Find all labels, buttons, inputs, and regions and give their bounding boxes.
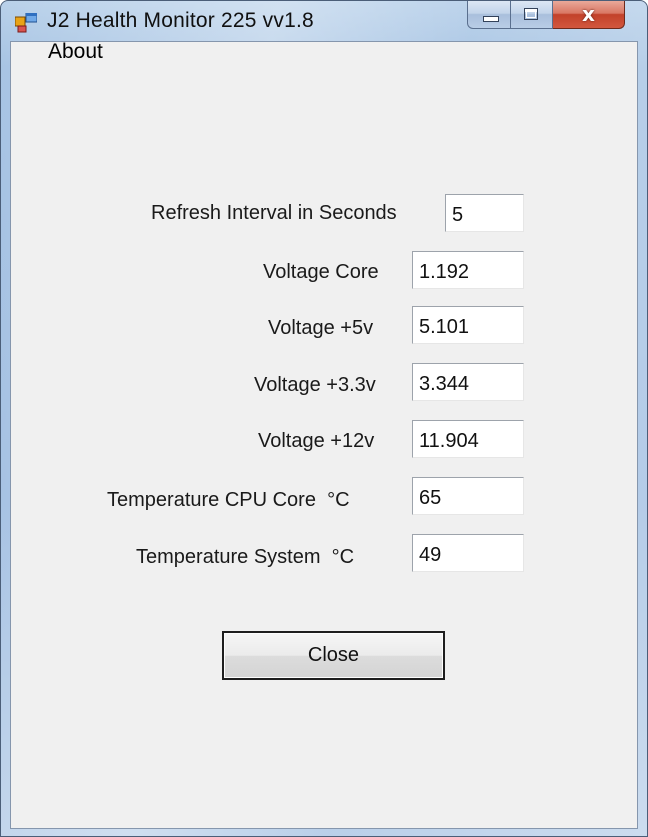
close-window-button[interactable]: x	[553, 1, 625, 29]
maximize-button[interactable]	[511, 1, 553, 29]
close-icon: x	[582, 2, 595, 26]
menu-bar	[11, 42, 637, 76]
temperature-system-label: Temperature System °C	[136, 546, 355, 568]
voltage-5v-field[interactable]	[412, 306, 524, 344]
title-bar[interactable]: J2 Health Monitor 225 vv1.8 x	[1, 1, 647, 41]
refresh-interval-input[interactable]	[445, 194, 524, 232]
app-window-icon	[15, 13, 37, 33]
temperature-cpu-field[interactable]	[412, 477, 524, 515]
menu-about[interactable]: About	[48, 40, 103, 64]
voltage-12v-field[interactable]	[412, 420, 524, 458]
voltage-5v-label: Voltage +5v	[268, 317, 374, 339]
close-button[interactable]: Close	[222, 631, 445, 680]
voltage-3-3v-label: Voltage +3.3v	[254, 374, 376, 396]
minimize-icon	[483, 16, 499, 22]
temperature-cpu-label: Temperature CPU Core °C	[107, 489, 350, 511]
refresh-interval-label: Refresh Interval in Seconds	[151, 202, 397, 224]
maximize-icon	[524, 8, 538, 20]
temperature-system-field[interactable]	[412, 534, 524, 572]
voltage-12v-label: Voltage +12v	[258, 430, 375, 452]
voltage-core-label: Voltage Core	[263, 261, 379, 283]
app-window: J2 Health Monitor 225 vv1.8 x	[0, 0, 648, 837]
minimize-button[interactable]	[467, 1, 511, 29]
voltage-core-field[interactable]	[412, 251, 524, 289]
voltage-3-3v-field[interactable]	[412, 363, 524, 401]
window-title: J2 Health Monitor 225 vv1.8	[47, 9, 314, 32]
caption-buttons: x	[467, 1, 625, 31]
